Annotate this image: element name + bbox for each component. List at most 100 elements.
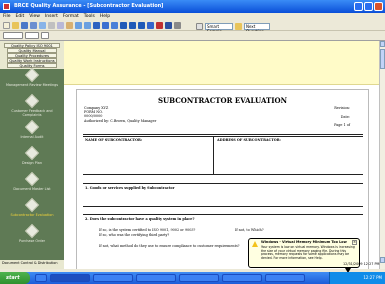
taskbar-app-1[interactable] (35, 274, 47, 282)
nav-item-label: Purchase Order (18, 239, 46, 243)
nav-item[interactable]: Subcontractor Evaluation (0, 197, 64, 223)
nav-item-label: Document Master List (13, 187, 51, 191)
print-preview-icon[interactable] (39, 22, 46, 29)
divider (83, 183, 363, 184)
nav-item[interactable]: Document Master List (0, 171, 64, 197)
nav-item-label: Management Review Meetings (5, 83, 59, 87)
menu-format[interactable]: Format (63, 13, 79, 21)
underline-icon[interactable] (111, 22, 118, 29)
zoom-icon[interactable] (174, 22, 181, 29)
smart-sample-dropdown[interactable]: Smart Sample Quiz (205, 23, 233, 39)
address-of-subcontractor-label: ADDRESS OF SUBCONTRACTOR: (217, 138, 281, 142)
nav-item[interactable]: Management Review Meetings (0, 67, 64, 93)
menu-view[interactable]: View (29, 13, 40, 21)
nav-tabs: Quality Policy ISO 9001 Quality Manual Q… (0, 41, 64, 69)
new-icon[interactable] (3, 22, 10, 29)
question-1: 1. Goods or services supplied by Subcont… (85, 186, 175, 190)
authorized-by: Authorized by: C.Brown, Quality Manager (84, 118, 157, 123)
diamond-icon (24, 119, 40, 135)
nav-tab-work-instructions[interactable]: Quality Work Instructions (7, 58, 57, 63)
undo-icon[interactable] (75, 22, 82, 29)
table-icon[interactable] (165, 22, 172, 29)
taskbar: start 12:27 PM (0, 272, 385, 284)
menu-bar: File Edit View Insert Format Tools Help (0, 13, 385, 21)
menu-tools[interactable]: Tools (84, 13, 95, 21)
diamond-icon (24, 67, 40, 83)
question-2c: If not, to Which? (235, 228, 264, 232)
italic-icon[interactable] (102, 22, 109, 29)
align-right-icon[interactable] (138, 22, 145, 29)
question-icon (235, 23, 242, 30)
print-icon[interactable] (30, 22, 37, 29)
nav-item-label: Design Plan (22, 161, 42, 165)
status-clock: 12/31/2009 12:27 PM (343, 262, 380, 266)
question-2a: If so, is the system certified to ISO 90… (99, 228, 196, 232)
divider (83, 136, 363, 137)
font-dropdown[interactable] (25, 32, 39, 39)
size-dropdown[interactable] (41, 32, 49, 39)
taskbar-app-2[interactable] (50, 274, 90, 282)
menu-edit[interactable]: Edit (16, 13, 25, 21)
window-title: BRCE Quality Assurance - [Subcontractor … (14, 3, 164, 9)
diamond-icon (24, 197, 40, 213)
scroll-down-arrow[interactable] (380, 257, 385, 263)
toolbar-right-group: Smart Sample Quiz Next Question (196, 23, 270, 39)
scroll-thumb[interactable] (380, 49, 385, 69)
scroll-up-arrow[interactable] (380, 41, 385, 47)
app-icon (3, 3, 10, 10)
maximize-button[interactable] (364, 2, 373, 11)
taskbar-app-6[interactable] (222, 274, 262, 282)
divider (83, 214, 363, 215)
close-button[interactable] (374, 2, 383, 11)
standard-toolbar: Smart Sample Quiz Next Question (0, 21, 385, 39)
menu-help[interactable]: Help (100, 13, 110, 21)
nav-item[interactable]: Design Plan (0, 145, 64, 171)
bold-icon[interactable] (93, 22, 100, 29)
align-icon[interactable] (120, 22, 127, 29)
navigation-pane: Quality Policy ISO 9001 Quality Manual Q… (0, 41, 64, 269)
nav-item-label: Subcontractor Evaluation (10, 213, 54, 217)
style-dropdown[interactable] (3, 32, 23, 39)
save-icon[interactable] (21, 22, 28, 29)
diamond-icon (24, 93, 40, 109)
revision-label: Revision: (334, 106, 350, 110)
smart-sample-icon (196, 23, 203, 30)
nav-item[interactable]: Purchase Order (0, 223, 64, 249)
question-2b: If so, who was the certifying third part… (99, 233, 170, 237)
bullets-icon[interactable] (147, 22, 154, 29)
open-icon[interactable] (12, 22, 19, 29)
balloon-body: Your system is low on virtual memory. Wi… (261, 245, 355, 261)
menu-insert[interactable]: Insert (45, 13, 58, 21)
nav-item[interactable]: Internal Audit (0, 119, 64, 145)
minimize-button[interactable] (354, 2, 363, 11)
nav-footer[interactable]: Document Control & Distribution (0, 260, 64, 269)
start-button[interactable]: start (0, 272, 30, 284)
nav-tab-quality-policy[interactable]: Quality Policy ISO 9001 (4, 43, 60, 48)
copy-icon[interactable] (57, 22, 64, 29)
tray-clock[interactable]: 12:27 PM (363, 275, 382, 280)
nav-item[interactable]: Customer Feedback and Complaints (0, 93, 64, 119)
vertical-scrollbar[interactable] (379, 41, 385, 269)
taskbar-app-4[interactable] (136, 274, 176, 282)
system-tray: 12:27 PM (329, 272, 385, 284)
header-banner (64, 41, 379, 85)
formatting-toolbar (0, 31, 385, 41)
taskbar-app-5[interactable] (179, 274, 219, 282)
divider (83, 134, 363, 135)
window-titlebar[interactable]: BRCE Quality Assurance - [Subcontractor … (0, 0, 385, 13)
nav-item-label: Internal Audit (20, 135, 44, 139)
align-center-icon[interactable] (129, 22, 136, 29)
name-of-subcontractor-label: NAME OF SUBCONTRACTOR: (85, 138, 143, 142)
menu-file[interactable]: File (3, 13, 11, 21)
page-number: Page 1 of (334, 123, 350, 127)
next-question-field[interactable]: Next Question (244, 23, 270, 34)
taskbar-app-7[interactable] (265, 274, 305, 282)
taskbar-app-3[interactable] (93, 274, 133, 282)
cut-icon[interactable] (48, 22, 55, 29)
redo-icon[interactable] (84, 22, 91, 29)
document-area[interactable]: SUBCONTRACTOR EVALUATION Company XYZ FOR… (64, 41, 379, 269)
paste-icon[interactable] (66, 22, 73, 29)
font-color-icon[interactable] (156, 22, 163, 29)
nav-item-list: Management Review Meetings Customer Feedb… (0, 67, 64, 249)
question-2d: If not, what method do they use to ensur… (99, 244, 240, 248)
